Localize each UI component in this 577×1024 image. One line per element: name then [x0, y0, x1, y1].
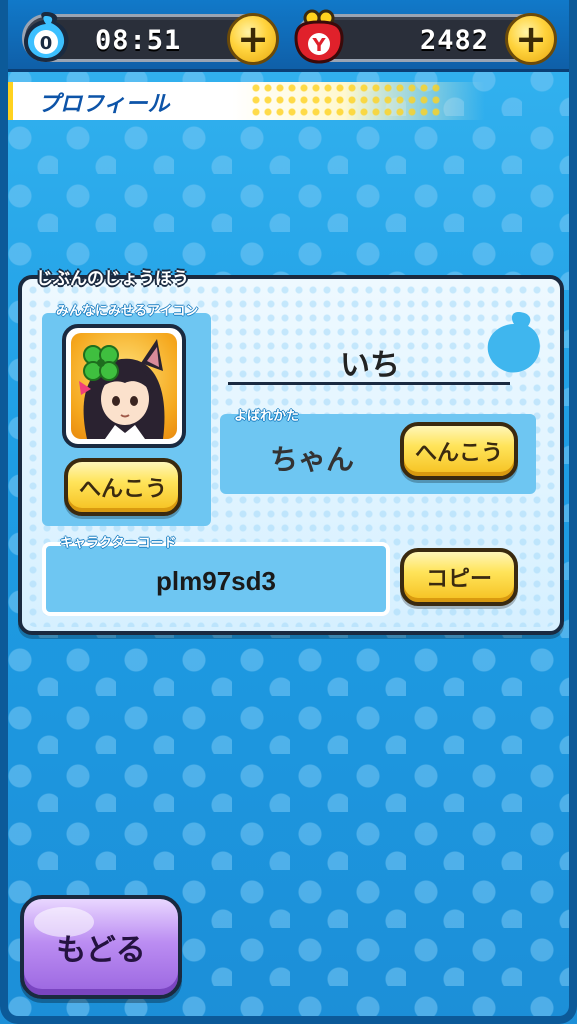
honorific-value: ちゃん: [269, 443, 354, 476]
ribbon-accent-stripe: [8, 82, 13, 120]
water-drop-icon: 0: [24, 12, 69, 62]
plus-icon: +: [515, 17, 547, 61]
copy-button[interactable]: コピー: [400, 548, 518, 606]
change-honorific-button-label: へんこう: [414, 441, 503, 466]
change-icon-button[interactable]: へんこう: [64, 458, 182, 516]
character-code-value: plm97sd3: [156, 566, 276, 596]
avatar: [62, 324, 186, 448]
add-stamina-button[interactable]: +: [227, 13, 279, 65]
profile-section-label: じぶんのじょうほう: [36, 269, 189, 289]
name-underline: [228, 382, 510, 385]
money-text: 2482: [419, 25, 489, 56]
top-status-bar: 08:51 + 0 2482 + Y: [0, 0, 577, 72]
back-button[interactable]: もどる: [20, 895, 182, 999]
plus-icon: +: [237, 17, 269, 61]
back-button-label: もどる: [56, 933, 146, 968]
copy-button-label: コピー: [425, 567, 492, 592]
character-code-label: キャラクターコード: [60, 536, 177, 551]
water-drop-deco-icon: [487, 312, 540, 373]
avatar-girl-illustration: [79, 339, 165, 439]
add-money-button[interactable]: +: [505, 13, 557, 65]
yen-purse-icon: Y: [294, 9, 344, 64]
change-icon-button-label: へんこう: [78, 477, 167, 502]
page-title: プロフィール: [38, 92, 170, 117]
honorific-label: よばれかた: [234, 409, 300, 424]
avatar-portrait: [71, 333, 177, 439]
yen-letter: Y: [311, 35, 326, 56]
ribbon-dot-pattern: [250, 82, 440, 120]
timer-text: 08:51: [95, 25, 182, 56]
player-name: いち: [340, 348, 400, 383]
icon-panel-label: みんなにみせるアイコン: [56, 304, 199, 319]
change-honorific-button[interactable]: へんこう: [400, 422, 518, 480]
spirit-count: 0: [40, 33, 53, 54]
